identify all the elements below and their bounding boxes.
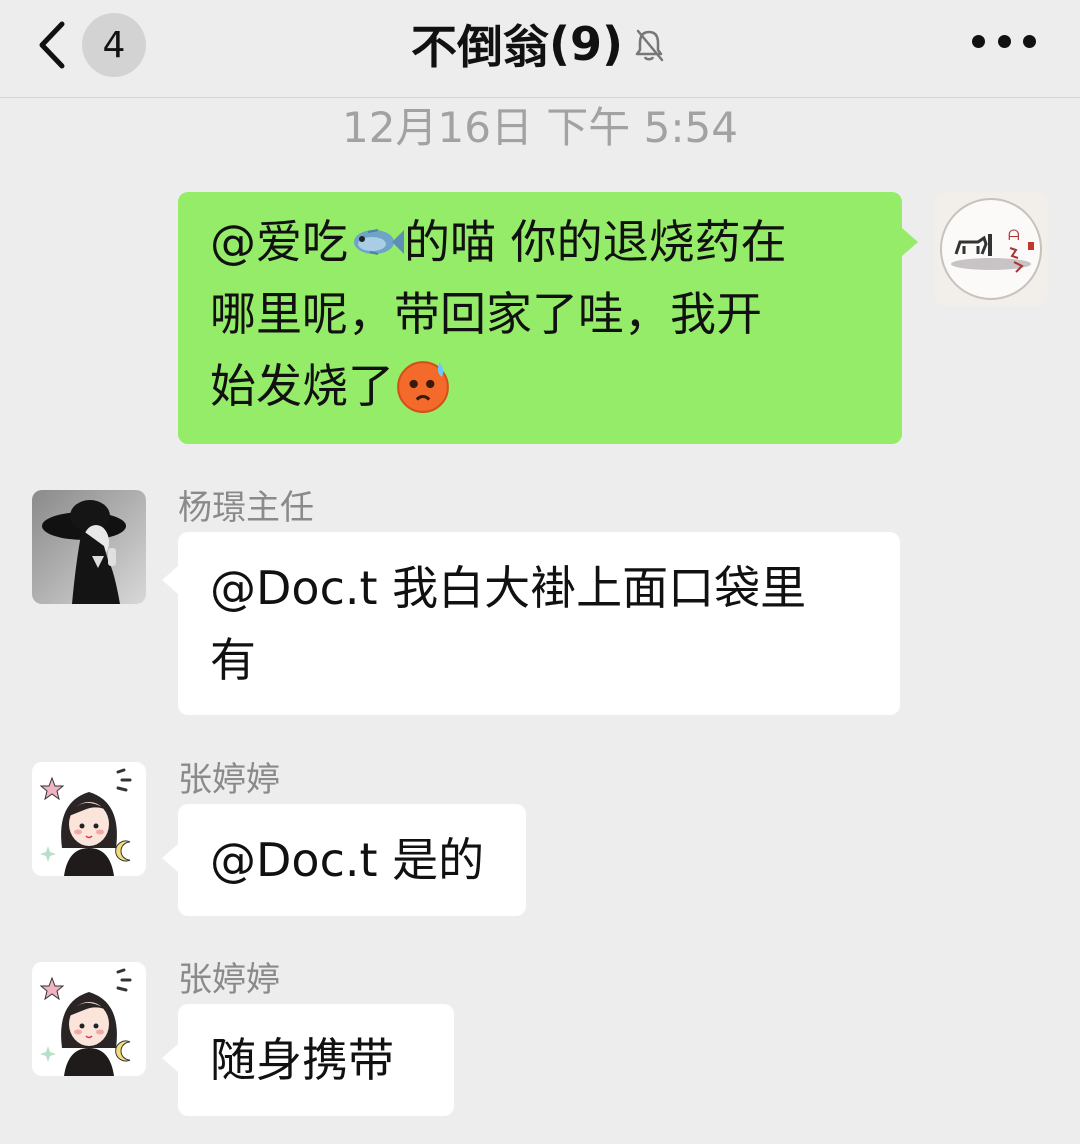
bubble-tail <box>902 228 918 256</box>
message-line: @Doc.t 我白大褂上面口袋里 <box>210 561 807 615</box>
bubble-tail <box>162 1044 178 1072</box>
message-timestamp: 12月16日 下午 5:54 <box>342 103 738 152</box>
mute-bell-icon <box>635 29 664 62</box>
sender-name: 张婷婷 <box>178 960 280 1000</box>
message-line: 始发烧了 <box>210 350 870 422</box>
cartoon-girl-avatar-icon <box>32 962 146 1076</box>
ink-painting-avatar-icon: ᗩ <box>934 192 1048 306</box>
sender-avatar[interactable] <box>32 762 146 876</box>
dot-icon <box>997 34 1011 48</box>
dot-icon <box>972 34 985 48</box>
chat-header: 4 不倒翁 (9) <box>0 0 1080 98</box>
message-line: 哪里呢，带回家了哇，我开 <box>210 287 762 341</box>
cartoon-girl-avatar-icon <box>32 762 146 876</box>
my-message-bubble[interactable]: @爱吃 的喵 你的退烧药在 哪里呢，带回家了哇，我开 始发烧了 <box>178 192 902 444</box>
message-line: @Doc.t 是的 <box>210 833 485 887</box>
group-name: 不倒翁 <box>410 20 549 74</box>
more-options-button[interactable] <box>972 26 1036 56</box>
sender-name: 张婷婷 <box>178 760 280 800</box>
hot-face-emoji-icon <box>397 361 449 413</box>
woman-in-hat-avatar-icon <box>32 490 146 604</box>
my-avatar[interactable]: ᗩ <box>934 192 1048 306</box>
bubble-tail <box>162 844 178 872</box>
svg-text:ᗩ: ᗩ <box>1008 228 1020 244</box>
message-line: @爱吃 的喵 你的退烧药在 <box>210 215 787 269</box>
member-count: (9) <box>548 17 624 71</box>
message-bubble[interactable]: @Doc.t 是的 <box>178 804 526 916</box>
chat-screen: 4 不倒翁 (9) 12月16日 下午 5:54 @爱吃 的喵 你的退烧药在 哪… <box>0 0 1080 1144</box>
chat-title: 不倒翁 (9) <box>0 12 1080 76</box>
sender-avatar[interactable] <box>32 490 146 604</box>
dot-icon <box>1023 34 1036 48</box>
sender-name: 杨璟主任 <box>178 488 314 528</box>
bubble-tail <box>162 566 178 594</box>
sender-avatar[interactable] <box>32 962 146 1076</box>
message-bubble[interactable]: @Doc.t 我白大褂上面口袋里 有 <box>178 532 900 715</box>
message-line: 随身携带 <box>210 1033 394 1087</box>
fish-emoji-icon <box>354 229 404 255</box>
message-bubble[interactable]: 随身携带 <box>178 1004 454 1116</box>
message-line: 有 <box>210 633 256 687</box>
